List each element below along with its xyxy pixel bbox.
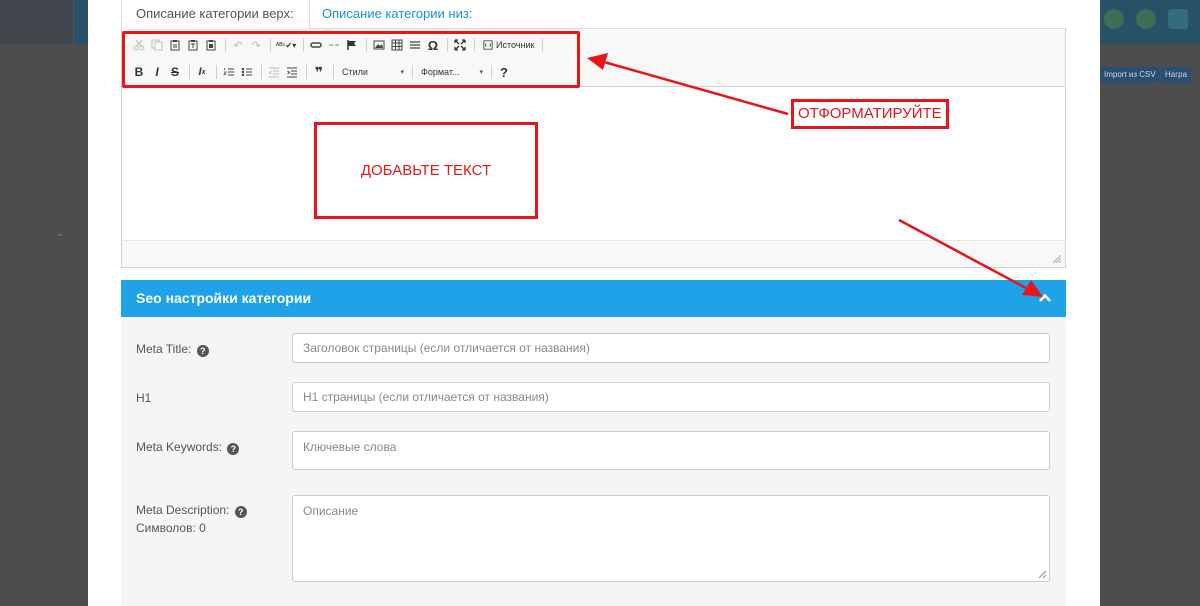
background-logo-area [0, 0, 74, 44]
meta-description-counter: Символов: 0 [136, 521, 206, 535]
meta-description-label: Meta Description: ? Символов: 0 [136, 501, 247, 537]
editor-footer [122, 240, 1065, 267]
background-chevron-icon: ⌄ [56, 228, 64, 238]
background-reward-button[interactable]: Награ [1161, 67, 1192, 83]
meta-keywords-label: Meta Keywords: ? [136, 438, 240, 456]
meta-description-textarea[interactable]: Описание [292, 495, 1050, 582]
meta-description-placeholder: Описание [303, 504, 359, 518]
resize-grip-icon[interactable] [1053, 255, 1061, 263]
meta-title-label-text: Meta Title: [136, 342, 192, 356]
question-circle-icon[interactable]: ? [234, 506, 247, 518]
seo-panel-body: Meta Title: ? Заголовок страницы (если о… [121, 317, 1066, 606]
annotation-toolbar-box [122, 31, 580, 88]
seo-panel-header[interactable]: Seo настройки категории [121, 280, 1066, 317]
background-header-right [1100, 0, 1200, 44]
annotation-text-box: ДОБАВЬТЕ ТЕКСТ [314, 122, 538, 219]
question-circle-icon[interactable]: ? [196, 345, 209, 357]
question-circle-icon[interactable]: ? [227, 443, 240, 455]
meta-keywords-label-text: Meta Keywords: [136, 440, 223, 454]
chevron-up-icon[interactable] [1038, 291, 1052, 305]
annotation-format-label: ОТФОРМАТИРУЙТЕ [791, 99, 949, 129]
resize-grip-icon[interactable] [1038, 570, 1046, 578]
meta-description-label-text: Meta Description: [136, 503, 230, 517]
tab-description-bottom[interactable]: Описание категории низ: [310, 0, 484, 30]
h1-input[interactable]: H1 страницы (если отличается от названия… [292, 382, 1050, 412]
meta-keywords-textarea[interactable]: Ключевые слова [292, 431, 1050, 470]
background-refresh-icon[interactable] [1136, 9, 1156, 29]
background-notification-icon[interactable] [1104, 9, 1124, 29]
seo-panel-title: Seo настройки категории [136, 290, 312, 306]
tab-description-top[interactable]: Описание категории верх: [121, 0, 310, 30]
description-tabs: Описание категории верх: Описание катего… [121, 0, 1066, 30]
meta-title-label: Meta Title: ? [136, 340, 209, 358]
annotation-add-text-label: ДОБАВЬТЕ ТЕКСТ [360, 162, 492, 179]
category-modal: Описание категории верх: Описание катего… [88, 0, 1100, 606]
background-import-button[interactable]: Import из CSV [1100, 67, 1160, 83]
background-header-strip [74, 0, 88, 44]
background-sitemap-icon[interactable] [1168, 9, 1188, 29]
h1-label: H1 [136, 391, 152, 405]
meta-title-input[interactable]: Заголовок страницы (если отличается от н… [292, 333, 1050, 363]
